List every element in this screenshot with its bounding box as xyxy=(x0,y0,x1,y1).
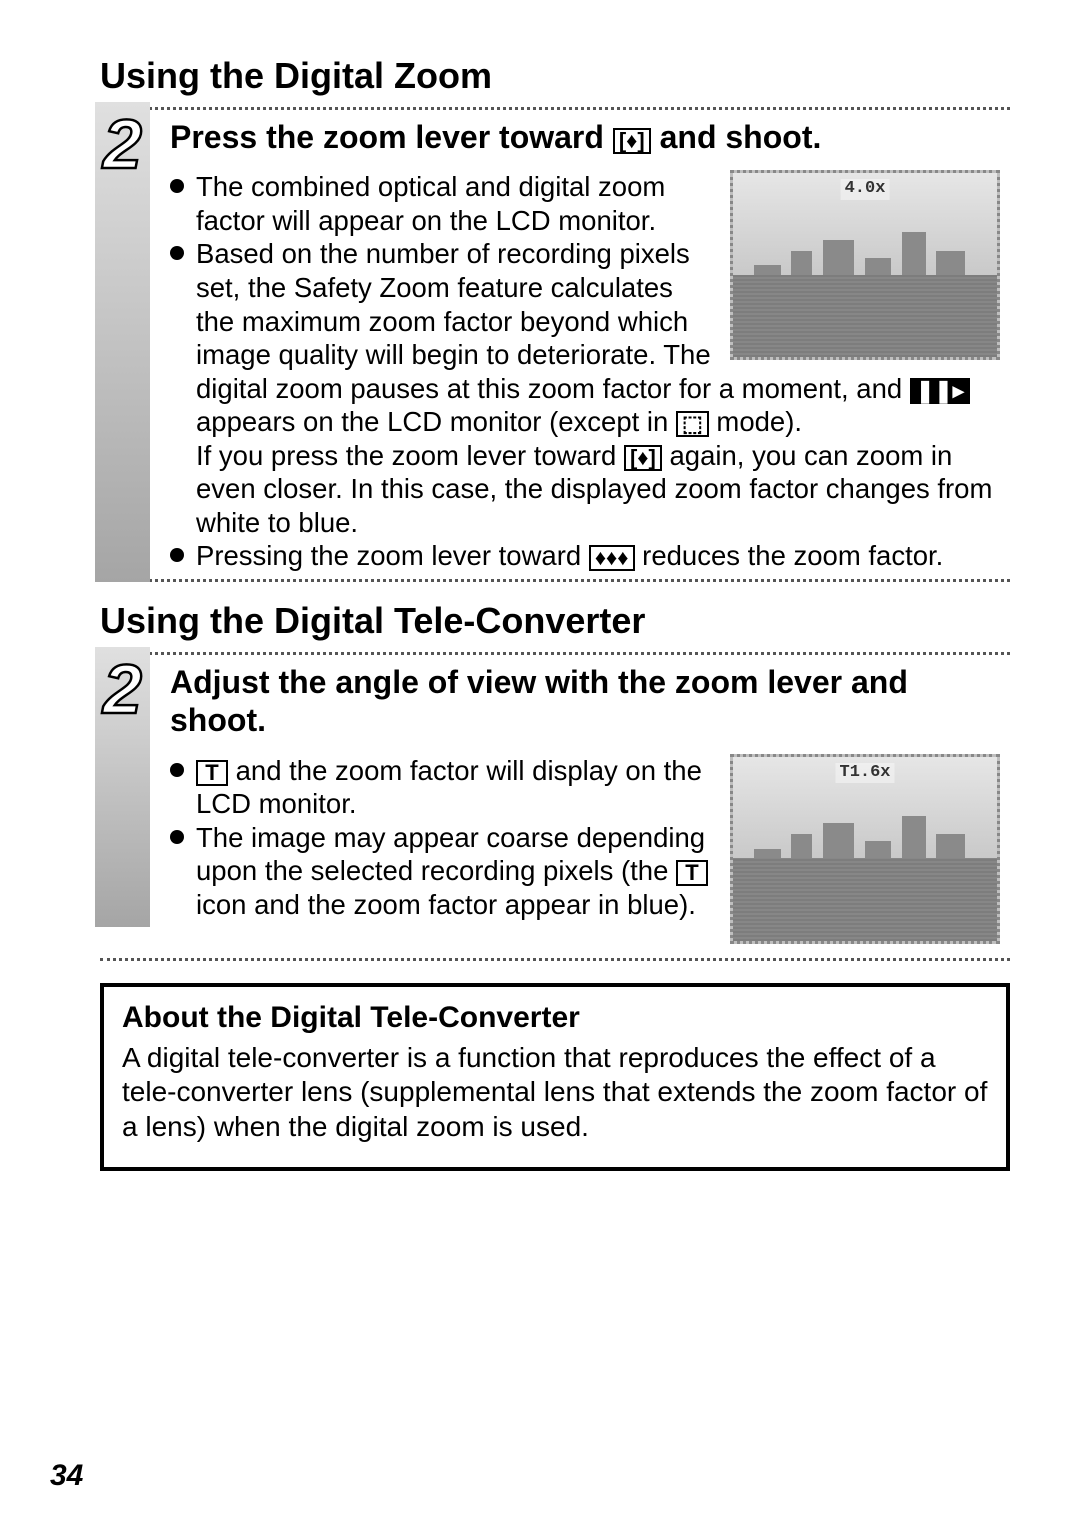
section2-block: 2 Adjust the angle of view with the zoom… xyxy=(140,652,1010,961)
divider xyxy=(100,652,1010,655)
divider xyxy=(100,958,1010,961)
bullet-item: The combined optical and digital zoom fa… xyxy=(170,170,1010,237)
about-box-title: About the Digital Tele-Converter xyxy=(122,1001,988,1035)
step-number-badge: 2 xyxy=(95,647,150,927)
section2-heading: Using the Digital Tele-Converter xyxy=(100,600,1010,642)
bullet-item: T and the zoom factor will display on th… xyxy=(170,754,1010,821)
divider xyxy=(100,107,1010,110)
t-icon: T xyxy=(196,760,228,786)
wide-zoom-icon: ♦♦♦ xyxy=(589,545,635,571)
bullet-item: Pressing the zoom lever toward ♦♦♦ reduc… xyxy=(170,539,1010,573)
tele-zoom-icon: [♦] xyxy=(613,128,651,154)
step-number-badge: 2 xyxy=(95,102,150,582)
page: Using the Digital Zoom 2 Press the zoom … xyxy=(0,0,1080,1523)
section2-bullets: T1.6x T and the zoom factor will display… xyxy=(170,754,1010,952)
section1-instruction: Press the zoom lever toward [♦] and shoo… xyxy=(170,118,1010,156)
about-box: About the Digital Tele-Converter A digit… xyxy=(100,983,1010,1171)
pause-play-icon: ❚❚▸ xyxy=(910,378,970,404)
divider xyxy=(100,579,1010,582)
section1-heading: Using the Digital Zoom xyxy=(100,55,1010,97)
bullet-item: Based on the number of recording pixels … xyxy=(170,237,1010,539)
section2-instruction: Adjust the angle of view with the zoom l… xyxy=(170,663,1010,740)
tele-zoom-icon: [♦] xyxy=(624,445,662,471)
widescreen-icon: ⬚ xyxy=(676,411,709,437)
page-number: 34 xyxy=(50,1459,83,1493)
bullet-item: The image may appear coarse depending up… xyxy=(170,821,1010,922)
section1-bullets: 4.0x The combined optical and digital zo… xyxy=(170,170,1010,573)
about-box-text: A digital tele-converter is a function t… xyxy=(122,1041,988,1145)
section1-block: 2 Press the zoom lever toward [♦] and sh… xyxy=(140,107,1010,582)
t-icon: T xyxy=(676,860,708,886)
